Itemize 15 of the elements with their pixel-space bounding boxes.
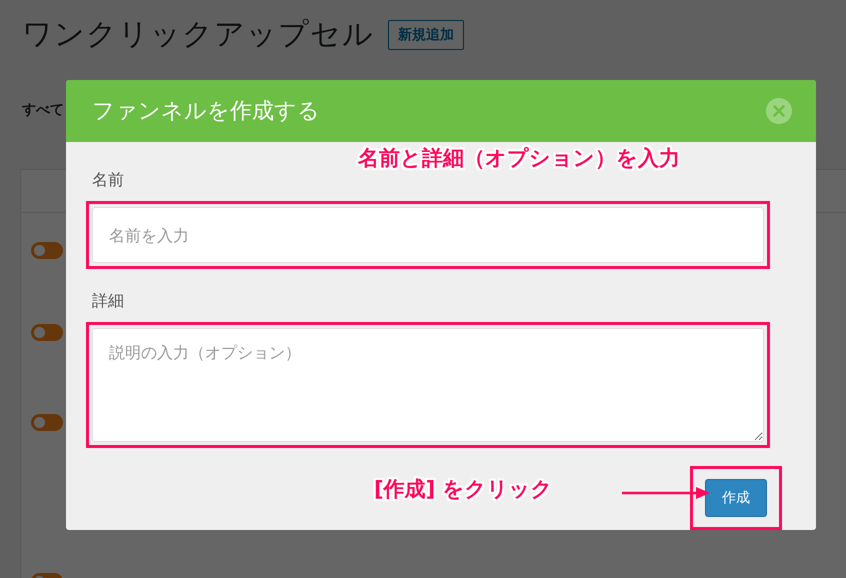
annotation-text: [作成] をクリック (374, 476, 553, 503)
add-new-button[interactable]: 新規追加 (388, 20, 464, 50)
field-label: 詳細 (92, 291, 125, 312)
filter-link[interactable]: すべて (22, 102, 64, 118)
toggle-switch[interactable] (31, 242, 63, 259)
page-title: ワンクリックアップセル (22, 16, 374, 54)
close-icon[interactable] (766, 98, 792, 124)
dialog-title: ファンネルを作成する (92, 98, 320, 126)
annotation-text: 名前と詳細（オプション）を入力 (358, 145, 680, 172)
description-field[interactable]: 説明の入力（オプション） (92, 328, 764, 442)
create-button[interactable]: 作成 (705, 479, 767, 517)
toggle-switch[interactable] (31, 414, 63, 432)
toggle-switch[interactable] (31, 324, 63, 341)
field-label: 名前 (92, 170, 125, 191)
name-field[interactable]: 名前を入力 (92, 207, 764, 263)
